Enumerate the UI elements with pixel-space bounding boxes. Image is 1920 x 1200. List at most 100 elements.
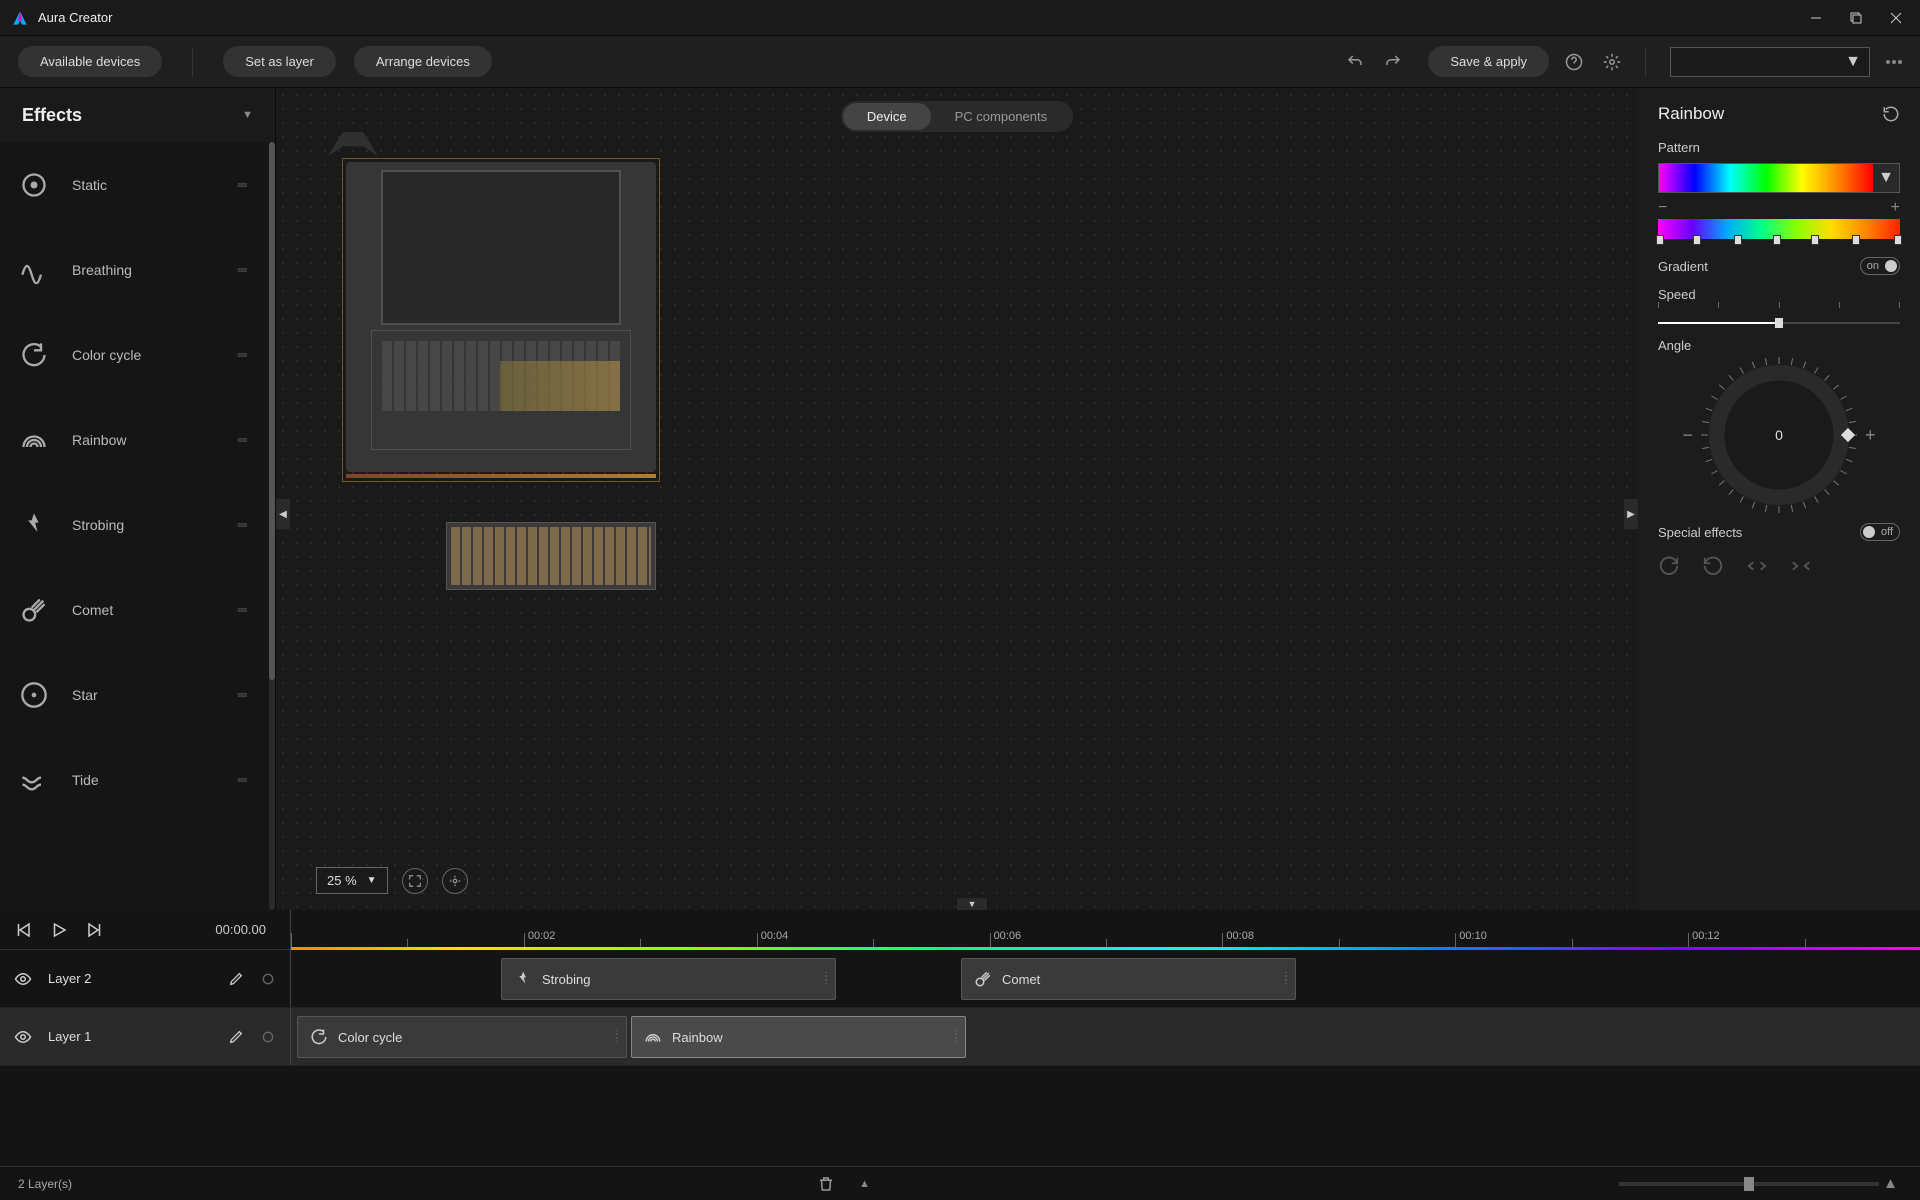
effect-item-strobing[interactable]: Strobing═: [0, 482, 269, 567]
profile-dropdown[interactable]: ▼: [1670, 47, 1870, 77]
save-apply-button[interactable]: Save & apply: [1428, 46, 1549, 77]
timeline-clip-colorcycle[interactable]: Color cycle⋮⋮: [297, 1016, 627, 1058]
clip-label: Comet: [1002, 972, 1040, 987]
special-effects-toggle[interactable]: off: [1860, 523, 1900, 541]
effect-item-rainbow[interactable]: Rainbow═: [0, 397, 269, 482]
drag-handle-icon[interactable]: ═: [238, 602, 249, 617]
timeline-ruler[interactable]: 00:0200:0400:0600:0800:1000:1200:1: [290, 910, 1920, 950]
drag-handle-icon[interactable]: ═: [238, 177, 249, 192]
add-stop-button[interactable]: +: [1891, 199, 1900, 217]
timeline-zoom-slider[interactable]: [1619, 1182, 1879, 1186]
mirror-in-icon[interactable]: [1790, 555, 1812, 577]
timeline-layer[interactable]: Layer 1 Color cycle⋮⋮Rainbow⋮⋮: [0, 1008, 1920, 1066]
play-button[interactable]: [50, 921, 68, 939]
redo-icon[interactable]: [1384, 53, 1402, 71]
scrollbar-thumb[interactable]: [269, 142, 275, 680]
ruler-tick-label: 00:12: [1692, 930, 1720, 942]
rotate-cw-icon[interactable]: [1658, 555, 1680, 577]
timeline-layer[interactable]: Layer 2 Strobing⋮⋮ Comet ⋮⋮: [0, 950, 1920, 1008]
effects-collapse-icon[interactable]: ▼: [242, 109, 253, 121]
effects-panel: Effects ▼ Static═Breathing═Color cycle═R…: [0, 88, 276, 910]
angle-decrement-button[interactable]: −: [1682, 425, 1693, 446]
clip-resize-grip-icon[interactable]: ⋮⋮: [951, 1033, 961, 1041]
drag-handle-icon[interactable]: ═: [238, 772, 249, 787]
speed-label: Speed: [1658, 287, 1900, 302]
ruler-tick-label: 00:08: [1226, 930, 1254, 942]
device-keyboard[interactable]: [446, 522, 656, 590]
drag-handle-icon[interactable]: ═: [238, 687, 249, 702]
slider-thumb[interactable]: [1744, 1177, 1754, 1191]
drag-handle-icon[interactable]: ═: [238, 347, 249, 362]
set-as-layer-button[interactable]: Set as layer: [223, 46, 336, 77]
fit-view-icon[interactable]: [402, 868, 428, 894]
delete-layer-icon[interactable]: [817, 1175, 835, 1193]
settings-icon[interactable]: [1603, 53, 1621, 71]
effect-item-colorcycle[interactable]: Color cycle═: [0, 312, 269, 397]
tab-device[interactable]: Device: [843, 103, 931, 130]
rog-logo-icon: [328, 132, 378, 156]
timeline: 00:00.00 00:0200:0400:0600:0800:1000:120…: [0, 910, 1920, 1200]
effect-item-comet[interactable]: Comet═: [0, 567, 269, 652]
ruler-tick-label: 00:06: [994, 930, 1022, 942]
mirror-horizontal-icon[interactable]: [1746, 555, 1768, 577]
arrange-devices-button[interactable]: Arrange devices: [354, 46, 492, 77]
props-title: Rainbow: [1658, 104, 1882, 124]
clip-resize-grip-icon[interactable]: ⋮⋮: [821, 975, 831, 983]
visibility-icon[interactable]: [14, 1028, 32, 1046]
speed-slider[interactable]: [1658, 322, 1900, 324]
help-icon[interactable]: [1565, 53, 1583, 71]
effect-label: Rainbow: [72, 432, 238, 448]
rainbow-gradient-icon: [1659, 164, 1873, 192]
close-button[interactable]: [1888, 10, 1904, 26]
minimize-button[interactable]: [1808, 10, 1824, 26]
timeline-clip-comet[interactable]: Comet ⋮⋮: [961, 958, 1296, 1000]
available-devices-button[interactable]: Available devices: [18, 46, 162, 77]
effect-item-static[interactable]: Static═: [0, 142, 269, 227]
angle-increment-button[interactable]: +: [1865, 425, 1876, 446]
edit-layer-icon[interactable]: [228, 971, 244, 987]
undo-icon[interactable]: [1346, 53, 1364, 71]
drag-handle-icon[interactable]: ═: [238, 517, 249, 532]
visibility-icon[interactable]: [14, 970, 32, 988]
clip-resize-grip-icon[interactable]: ⋮⋮: [1281, 975, 1291, 983]
angle-dial[interactable]: 0: [1709, 365, 1849, 505]
center-view-icon[interactable]: [442, 868, 468, 894]
gradient-toggle[interactable]: on: [1860, 257, 1900, 275]
zoom-out-icon[interactable]: ▲: [859, 1178, 870, 1190]
go-end-button[interactable]: [86, 921, 104, 939]
timeline-clip-strobing[interactable]: Strobing⋮⋮: [501, 958, 836, 1000]
layer-color-icon[interactable]: [260, 1029, 276, 1045]
layer-name: Layer 2: [48, 971, 212, 986]
zoom-in-icon[interactable]: ▲: [1883, 1175, 1898, 1192]
edit-layer-icon[interactable]: [228, 1029, 244, 1045]
effect-label: Strobing: [72, 517, 238, 533]
rotate-ccw-icon[interactable]: [1702, 555, 1724, 577]
pattern-label: Pattern: [1658, 140, 1900, 155]
slider-thumb[interactable]: [1775, 318, 1783, 328]
layer-track[interactable]: Color cycle⋮⋮Rainbow⋮⋮: [290, 1008, 1920, 1065]
colorcycle-icon: [310, 1028, 328, 1046]
clip-resize-grip-icon[interactable]: ⋮⋮: [612, 1033, 622, 1041]
drag-handle-icon[interactable]: ═: [238, 262, 249, 277]
layer-count: 2 Layer(s): [18, 1177, 72, 1191]
maximize-button[interactable]: [1848, 10, 1864, 26]
reset-icon[interactable]: [1882, 105, 1900, 123]
layer-color-icon[interactable]: [260, 971, 276, 987]
tab-pc-components[interactable]: PC components: [931, 103, 1072, 130]
timeline-clip-rainbow[interactable]: Rainbow⋮⋮: [631, 1016, 966, 1058]
effect-item-tide[interactable]: Tide═: [0, 737, 269, 822]
drag-handle-icon[interactable]: ═: [238, 432, 249, 447]
more-options-button[interactable]: [1886, 60, 1902, 64]
pattern-dropdown[interactable]: ▼: [1658, 163, 1900, 193]
remove-stop-button[interactable]: −: [1658, 199, 1667, 217]
effect-item-star[interactable]: Star═: [0, 652, 269, 737]
effect-item-breathing[interactable]: Breathing═: [0, 227, 269, 312]
device-laptop[interactable]: [346, 162, 656, 472]
gradient-stops[interactable]: [1658, 219, 1900, 239]
scrollbar-track[interactable]: [269, 142, 275, 910]
strobing-icon: [514, 970, 532, 988]
zoom-select[interactable]: 25 %▼: [316, 867, 388, 894]
layer-track[interactable]: Strobing⋮⋮ Comet ⋮⋮: [290, 950, 1920, 1007]
canvas[interactable]: [276, 132, 1638, 910]
go-start-button[interactable]: [14, 921, 32, 939]
